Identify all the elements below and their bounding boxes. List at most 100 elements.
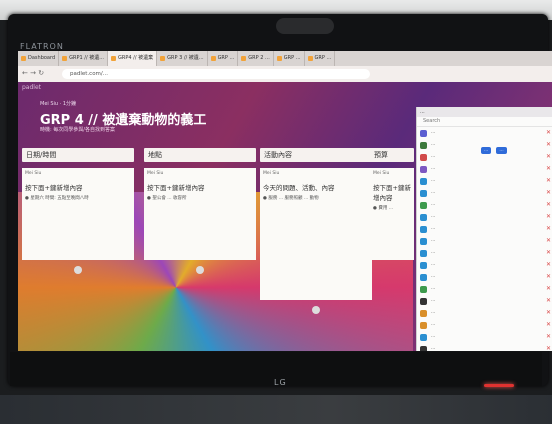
- chat-list-item[interactable]: ... ✕: [417, 271, 552, 283]
- lg-logo: LG: [274, 378, 287, 387]
- avatar: [420, 226, 427, 233]
- chat-list-item[interactable]: ... ✕: [417, 163, 552, 175]
- muted-icon: ✕: [545, 141, 551, 148]
- nav-buttons[interactable]: ← → ↻: [22, 69, 44, 77]
- chat-list-item[interactable]: ... ✕: [417, 307, 552, 319]
- post-card[interactable]: Mei Siu 按下面+鍵新增內容 ● 費用 ...: [370, 168, 414, 260]
- post-author: Mei Siu: [25, 171, 42, 176]
- browser-tab[interactable]: GRP1 // 被遺...: [59, 51, 109, 66]
- tab-label: GRP 3 // 被遺...: [167, 55, 204, 61]
- chat-list-item[interactable]: ... ✕: [417, 223, 552, 235]
- board-column: 日期/時間 Mei Siu 按下面+鍵新增內容 ● 星期六 時間: 五點至晚間八…: [22, 148, 134, 274]
- chat-list-item[interactable]: ... ✕: [417, 259, 552, 271]
- browser-address-bar: ← → ↻ padlet.com/...: [18, 66, 552, 83]
- chat-item-name: ...: [431, 334, 436, 339]
- browser-tab[interactable]: GRP ...: [305, 51, 336, 66]
- chat-search-input[interactable]: Search: [417, 117, 552, 127]
- post-card[interactable]: Mei Siu 按下面+鍵新增內容 ● 星期六 時間: 五點至晚間八時: [22, 168, 134, 260]
- chat-item-name: ...: [431, 274, 436, 279]
- chat-item-name: ...: [431, 166, 436, 171]
- tab-favicon-icon: [160, 56, 166, 61]
- tab-favicon-icon: [111, 56, 117, 61]
- tab-label: GRP ...: [283, 55, 301, 61]
- forward-icon[interactable]: →: [30, 69, 36, 77]
- muted-icon: ✕: [545, 237, 551, 244]
- url-field[interactable]: padlet.com/...: [62, 69, 370, 79]
- add-post-icon[interactable]: [196, 266, 204, 274]
- padlet-board: padlet Mei Siu · 1分鐘 GRP 4 // 被遺棄動物的義工 時…: [18, 82, 552, 351]
- monitor-screen: Dashboard GRP1 // 被遺... GRP4 // 被遺棄 GRP …: [18, 51, 552, 351]
- muted-icon: ✕: [545, 165, 551, 172]
- chat-item-name: ...: [431, 226, 436, 231]
- post-text: ● 服務 ... 服務照顧 ... 動物: [263, 196, 319, 201]
- muted-icon: ✕: [545, 213, 551, 220]
- chat-item-name: ...: [431, 310, 436, 315]
- chat-list-item[interactable]: ... ✕: [417, 343, 552, 351]
- chat-list-item[interactable]: ... ✕: [417, 175, 552, 187]
- tab-favicon-icon: [241, 56, 247, 61]
- post-title: 按下面+鍵新增內容: [25, 184, 83, 192]
- add-post-icon[interactable]: [312, 306, 320, 314]
- chat-list-item[interactable]: ... ✕: [417, 127, 552, 139]
- chat-panel: ... Search ... ... ... ✕... ✕... ✕... ✕... ✕.…: [416, 107, 552, 351]
- chat-list-item[interactable]: ... ✕: [417, 139, 552, 151]
- muted-icon: ✕: [545, 297, 551, 304]
- add-post-icon[interactable]: [74, 266, 82, 274]
- chat-list-item[interactable]: ... ✕: [417, 331, 552, 343]
- chat-list: ... ✕... ✕... ✕... ✕... ✕... ✕... ✕... ✕... ✕... ✕…: [417, 127, 552, 351]
- avatar: [420, 346, 427, 351]
- browser-tab[interactable]: GRP 3 // 被遺...: [157, 51, 208, 66]
- muted-icon: ✕: [545, 249, 551, 256]
- browser-tab-active[interactable]: GRP4 // 被遺棄: [108, 51, 158, 66]
- chat-list-item[interactable]: ... ✕: [417, 211, 552, 223]
- chat-list-item[interactable]: ... ✕: [417, 283, 552, 295]
- column-header[interactable]: 地點: [144, 148, 256, 162]
- back-icon[interactable]: ←: [22, 69, 28, 77]
- chat-list-item[interactable]: ... ✕: [417, 199, 552, 211]
- chat-item-name: ...: [431, 142, 436, 147]
- browser-tab[interactable]: Dashboard: [18, 51, 60, 66]
- chat-item-name: ...: [431, 130, 436, 135]
- avatar: [420, 178, 427, 185]
- desk-background: [0, 395, 552, 424]
- post-title: 按下面+鍵新增內容: [373, 184, 411, 202]
- chat-item-name: ...: [431, 286, 436, 291]
- avatar: [420, 250, 427, 257]
- chat-header: ...: [417, 107, 552, 117]
- webcam: [276, 18, 334, 34]
- post-card[interactable]: Mei Siu 按下面+鍵新增內容 ● 聖公會 ... 收容所: [144, 168, 256, 260]
- chat-list-item[interactable]: ... ✕: [417, 295, 552, 307]
- muted-icon: ✕: [545, 177, 551, 184]
- column-header[interactable]: 活動內容: [260, 148, 372, 162]
- tab-favicon-icon: [21, 56, 26, 61]
- column-header[interactable]: 日期/時間: [22, 148, 134, 162]
- browser-tab[interactable]: GRP ...: [208, 51, 239, 66]
- chat-list-item[interactable]: ... ✕: [417, 151, 552, 163]
- reload-icon[interactable]: ↻: [38, 69, 44, 77]
- board-subtitle: 時機: 每次同學參與/各自找到答案: [40, 127, 115, 133]
- chat-item-name: ...: [431, 298, 436, 303]
- avatar: [420, 286, 427, 293]
- chat-item-name: ...: [431, 262, 436, 267]
- column-header[interactable]: 預算: [370, 148, 414, 162]
- muted-icon: ✕: [545, 201, 551, 208]
- muted-icon: ✕: [545, 333, 551, 340]
- chat-list-item[interactable]: ... ✕: [417, 319, 552, 331]
- avatar: [420, 334, 427, 341]
- muted-icon: ✕: [545, 273, 551, 280]
- chat-item-name: ...: [431, 190, 436, 195]
- tab-favicon-icon: [276, 56, 282, 61]
- browser-tab[interactable]: GRP ...: [274, 51, 305, 66]
- post-card[interactable]: Mei Siu 今天的問題、活動、內容 ● 服務 ... 服務照顧 ... 動物: [260, 168, 372, 300]
- browser-tab[interactable]: GRP 2 ...: [238, 51, 274, 66]
- post-author: Mei Siu: [373, 171, 390, 176]
- muted-icon: ✕: [545, 225, 551, 232]
- avatar: [420, 166, 427, 173]
- chat-item-name: ...: [431, 154, 436, 159]
- chat-list-item[interactable]: ... ✕: [417, 187, 552, 199]
- avatar: [420, 190, 427, 197]
- avatar: [420, 298, 427, 305]
- chat-list-item[interactable]: ... ✕: [417, 235, 552, 247]
- chat-list-item[interactable]: ... ✕: [417, 247, 552, 259]
- post-text: ● 星期六 時間: 五點至晚間八時: [25, 196, 89, 201]
